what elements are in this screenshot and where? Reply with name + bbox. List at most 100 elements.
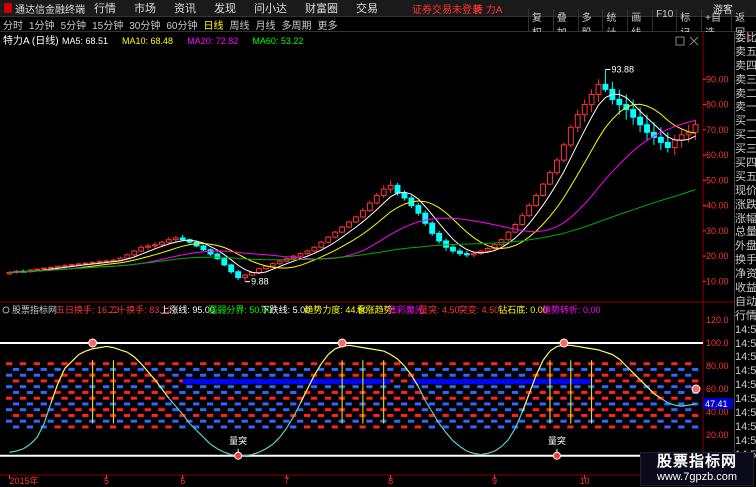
- band-segment: [657, 419, 664, 423]
- login-notice[interactable]: 证券交易未登录: [412, 1, 482, 16]
- menu-item-news[interactable]: 资讯: [165, 0, 205, 16]
- period-tab-8[interactable]: 月线: [253, 17, 279, 32]
- band-segment: [629, 385, 636, 389]
- band-segment: [671, 362, 678, 366]
- band-segment: [144, 385, 151, 389]
- band-segment: [504, 408, 512, 412]
- indicator-tick-label: 120.0: [706, 315, 729, 325]
- band-segment: [297, 385, 304, 389]
- band-segment: [172, 396, 179, 400]
- period-tab-0[interactable]: 分时: [0, 17, 26, 32]
- ma-legend-3: MA60: 53.22: [252, 36, 303, 46]
- band-segment: [47, 419, 54, 423]
- band-segment: [165, 425, 172, 429]
- menu-item-ask[interactable]: 问小达: [245, 0, 296, 16]
- band-segment: [387, 413, 394, 417]
- period-tab-10[interactable]: 更多: [315, 17, 341, 32]
- band-segment: [248, 402, 255, 406]
- menu-item-trade[interactable]: 交易: [347, 0, 387, 16]
- band-segment: [664, 367, 671, 371]
- band-segment: [636, 402, 643, 406]
- band-segment: [276, 413, 283, 417]
- band-segment: [491, 408, 498, 412]
- indicator-legend-11: 趋势转折: 0.00: [542, 304, 601, 315]
- kline-chart[interactable]: 90.00 80.00 70.00 60.00 50.00 40.00 30.00 20.00…: [0, 32, 734, 487]
- candle-body: [456, 250, 463, 255]
- band-segment: [463, 408, 470, 412]
- band-segment: [601, 419, 609, 423]
- band-segment: [241, 408, 248, 412]
- band-segment: [116, 408, 124, 412]
- band-segment: [96, 402, 103, 406]
- band-segment: [310, 408, 318, 412]
- band-segment: [262, 367, 269, 371]
- band-segment: [68, 390, 75, 394]
- band-segment: [19, 373, 27, 377]
- band-segment: [12, 367, 20, 371]
- candle-body: [394, 184, 401, 194]
- band-segment: [40, 402, 47, 406]
- band-segment: [26, 402, 34, 406]
- menu-item-market[interactable]: 市场: [125, 0, 165, 16]
- side-panel-item: 委比: [735, 32, 756, 44]
- band-segment: [608, 413, 616, 417]
- indicator-legend-8: 量突: 4.50: [419, 304, 460, 315]
- band-segment: [123, 402, 131, 406]
- band-segment: [227, 362, 234, 366]
- period-tab-9[interactable]: 多周期: [279, 17, 315, 32]
- band-segment: [12, 390, 20, 394]
- candle-body: [401, 192, 408, 199]
- period-tab-6[interactable]: 日线: [201, 17, 227, 32]
- indicator-legend-10: 钻石底: 0.00: [498, 304, 548, 315]
- band-segment: [608, 402, 616, 406]
- indicator-tick-label: 80.00: [706, 361, 729, 371]
- period-tab-3[interactable]: 15分钟: [89, 17, 126, 32]
- band-segment: [317, 402, 325, 406]
- candle-body: [519, 215, 526, 226]
- band-segment: [179, 390, 186, 394]
- band-segment: [615, 396, 623, 400]
- menu-item-quotes[interactable]: 行情: [85, 0, 125, 16]
- band-segment: [352, 362, 359, 366]
- band-segment: [511, 413, 519, 417]
- event-marker: [552, 451, 561, 460]
- band-segment: [290, 425, 297, 429]
- period-tab-1[interactable]: 1分钟: [26, 17, 58, 32]
- band-segment: [567, 425, 574, 429]
- band-segment: [54, 402, 61, 406]
- band-segment: [615, 385, 623, 389]
- band-segment: [407, 408, 415, 412]
- band-segment: [671, 396, 678, 400]
- band-segment: [484, 425, 491, 429]
- band-segment: [484, 402, 491, 406]
- period-tab-2[interactable]: 5分钟: [58, 17, 90, 32]
- band-segment: [82, 379, 89, 383]
- band-segment: [19, 408, 27, 412]
- band-segment: [158, 373, 165, 377]
- band-segment: [255, 362, 262, 366]
- band-segment: [248, 425, 255, 429]
- band-segment: [553, 390, 560, 394]
- band-segment: [137, 379, 144, 383]
- band-segment: [206, 425, 214, 429]
- side-panel-item: 14:50: [735, 393, 756, 406]
- band-segment: [75, 373, 82, 377]
- side-panel-item: 卖五: [735, 45, 756, 58]
- band-segment: [186, 408, 193, 412]
- band-segment: [581, 390, 588, 394]
- band-segment: [123, 413, 131, 417]
- period-tab-5[interactable]: 60分钟: [163, 17, 200, 32]
- band-segment: [179, 425, 186, 429]
- period-tab-4[interactable]: 30分钟: [126, 17, 163, 32]
- band-segment: [165, 402, 172, 406]
- band-segment: [40, 390, 47, 394]
- period-tab-7[interactable]: 周线: [227, 17, 253, 32]
- candle-body: [318, 241, 325, 248]
- candle-body: [373, 194, 380, 204]
- menu-item-wealth[interactable]: 财富圈: [296, 0, 347, 16]
- menu-item-discover[interactable]: 发现: [205, 0, 245, 16]
- band-segment: [484, 367, 491, 371]
- candle-body: [387, 184, 394, 190]
- chart-area[interactable]: 90.00 80.00 70.00 60.00 50.00 40.00 30.00 20.00…: [0, 32, 734, 487]
- band-segment: [518, 385, 526, 389]
